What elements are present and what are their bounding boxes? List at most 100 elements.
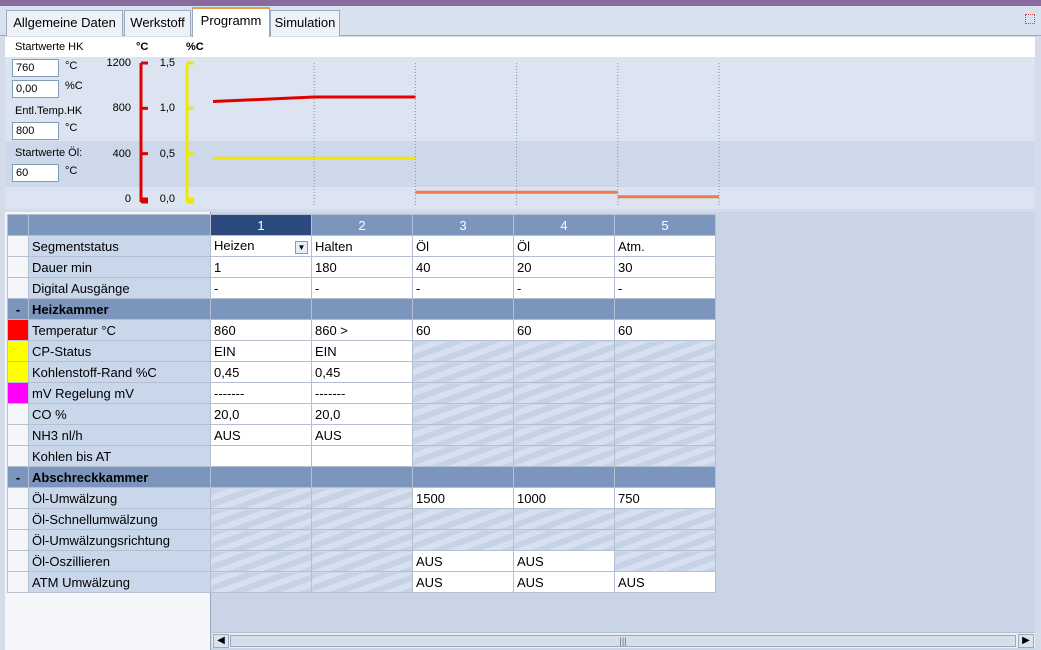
grid-cell[interactable]	[210, 445, 312, 467]
disabled-cell	[412, 445, 514, 467]
disabled-cell	[614, 340, 716, 362]
grid-cell[interactable]: Atm.	[614, 235, 716, 257]
grid-cell[interactable]: 180	[311, 256, 413, 278]
tab-allgemeine-daten[interactable]: Allgemeine Daten	[6, 10, 123, 36]
section-cell	[311, 466, 413, 488]
program-chart	[139, 61, 720, 205]
grid-cell[interactable]: 860	[210, 319, 312, 341]
row-label: mV Regelung mV	[28, 382, 211, 404]
section-row: - Heizkammer	[7, 298, 716, 320]
disabled-cell	[513, 340, 615, 362]
grid-cell[interactable]: AUS	[412, 550, 514, 572]
grid-cell[interactable]: Halten	[311, 235, 413, 257]
segment-column-header[interactable]: 4	[513, 214, 615, 236]
row-color-indicator	[7, 445, 29, 467]
grid-cell[interactable]: Öl	[412, 235, 514, 257]
disabled-cell	[210, 550, 312, 572]
section-cell	[614, 298, 716, 320]
grid-cell[interactable]: AUS	[513, 550, 615, 572]
tab-bar: Allgemeine Daten Werkstoff Programm Simu…	[0, 6, 1041, 37]
grid-cell[interactable]: 60	[513, 319, 615, 341]
grid-cell[interactable]: 30	[614, 256, 716, 278]
grid-cell[interactable]: 750	[614, 487, 716, 509]
table-row: Kohlen bis AT	[7, 445, 716, 467]
section-cell	[513, 466, 615, 488]
row-label: Temperatur °C	[28, 319, 211, 341]
scrollbar-thumb[interactable]: |||	[230, 635, 1016, 647]
segment-column-header[interactable]: 1	[210, 214, 312, 236]
horizontal-scrollbar[interactable]: ◀ ||| ▶	[212, 632, 1035, 648]
table-row: Dauer min 1 180 40 20 30	[7, 256, 716, 278]
grid-cell[interactable]: AUS	[311, 424, 413, 446]
grid-cell[interactable]: 40	[412, 256, 514, 278]
section-cell	[513, 298, 615, 320]
grid-cell[interactable]	[311, 445, 413, 467]
disabled-cell	[614, 382, 716, 404]
grid-cell[interactable]: -	[311, 277, 413, 299]
row-color-indicator	[7, 550, 29, 572]
tab-simulation[interactable]: Simulation	[270, 10, 340, 36]
disabled-cell	[614, 403, 716, 425]
grid-cell[interactable]: 20	[513, 256, 615, 278]
grid-cell[interactable]: 20,0	[311, 403, 413, 425]
row-label: Öl-Oszillieren	[28, 550, 211, 572]
table-row: Segmentstatus Heizen ▼ Halten Öl Öl Atm.	[7, 235, 716, 257]
grid-cell[interactable]: -	[412, 277, 514, 299]
disabled-cell	[412, 508, 514, 530]
grid-cell[interactable]: 0,45	[210, 361, 312, 383]
table-row: mV Regelung mV ------- -------	[7, 382, 716, 404]
grid-cell[interactable]: -	[210, 277, 312, 299]
section-cell	[412, 466, 514, 488]
segment-status-select[interactable]: Heizen ▼	[210, 235, 312, 257]
grid-cell[interactable]: AUS	[614, 571, 716, 593]
grid-cell[interactable]: 60	[614, 319, 716, 341]
disabled-cell	[311, 571, 413, 593]
grid-cell[interactable]: -	[513, 277, 615, 299]
row-color-indicator	[7, 340, 29, 362]
collapse-toggle[interactable]: -	[7, 466, 29, 488]
row-color-indicator	[7, 529, 29, 551]
scroll-left-icon[interactable]: ◀	[213, 634, 229, 648]
section-row: - Abschreckkammer	[7, 466, 716, 488]
grid-cell[interactable]: AUS	[412, 571, 514, 593]
grid-cell[interactable]: -------	[311, 382, 413, 404]
tab-programm[interactable]: Programm	[192, 7, 270, 37]
section-cell	[210, 298, 312, 320]
row-color-indicator	[7, 256, 29, 278]
grid-cell[interactable]: 860 >	[311, 319, 413, 341]
grid-cell[interactable]: -------	[210, 382, 312, 404]
grid-cell[interactable]: AUS	[513, 571, 615, 593]
disabled-cell	[513, 361, 615, 383]
row-label: CO %	[28, 403, 211, 425]
scroll-right-icon[interactable]: ▶	[1018, 634, 1034, 648]
segment-column-header[interactable]: 5	[614, 214, 716, 236]
select-value: Heizen	[214, 238, 255, 253]
disabled-cell	[513, 424, 615, 446]
program-grid: 1 2 3 4 5 Segmentstatus Heizen ▼ Halten Öl Öl Atm. D…	[7, 214, 716, 593]
segment-column-header[interactable]: 2	[311, 214, 413, 236]
grid-cell[interactable]: 1	[210, 256, 312, 278]
grid-cell[interactable]: -	[614, 277, 716, 299]
disabled-cell	[614, 529, 716, 551]
row-color-indicator	[7, 403, 29, 425]
tab-werkstoff[interactable]: Werkstoff	[124, 10, 191, 36]
chevron-down-icon[interactable]: ▼	[295, 241, 308, 254]
row-color-indicator	[7, 487, 29, 509]
grid-cell[interactable]: 20,0	[210, 403, 312, 425]
section-cell	[614, 466, 716, 488]
grid-cell[interactable]: Öl	[513, 235, 615, 257]
grid-cell[interactable]: 60	[412, 319, 514, 341]
row-label: Digital Ausgänge	[28, 277, 211, 299]
grid-cell[interactable]: 0,45	[311, 361, 413, 383]
collapse-toggle[interactable]: -	[7, 298, 29, 320]
grid-cell[interactable]: EIN	[311, 340, 413, 362]
segment-column-header[interactable]: 3	[412, 214, 514, 236]
focus-marker	[1025, 14, 1035, 24]
table-row: Öl-Oszillieren AUS AUS	[7, 550, 716, 572]
grid-cell[interactable]: 1000	[513, 487, 615, 509]
grid-cell[interactable]: EIN	[210, 340, 312, 362]
grid-cell[interactable]: 1500	[412, 487, 514, 509]
row-label: ATM Umwälzung	[28, 571, 211, 593]
grid-cell[interactable]: AUS	[210, 424, 312, 446]
row-color-indicator	[7, 571, 29, 593]
